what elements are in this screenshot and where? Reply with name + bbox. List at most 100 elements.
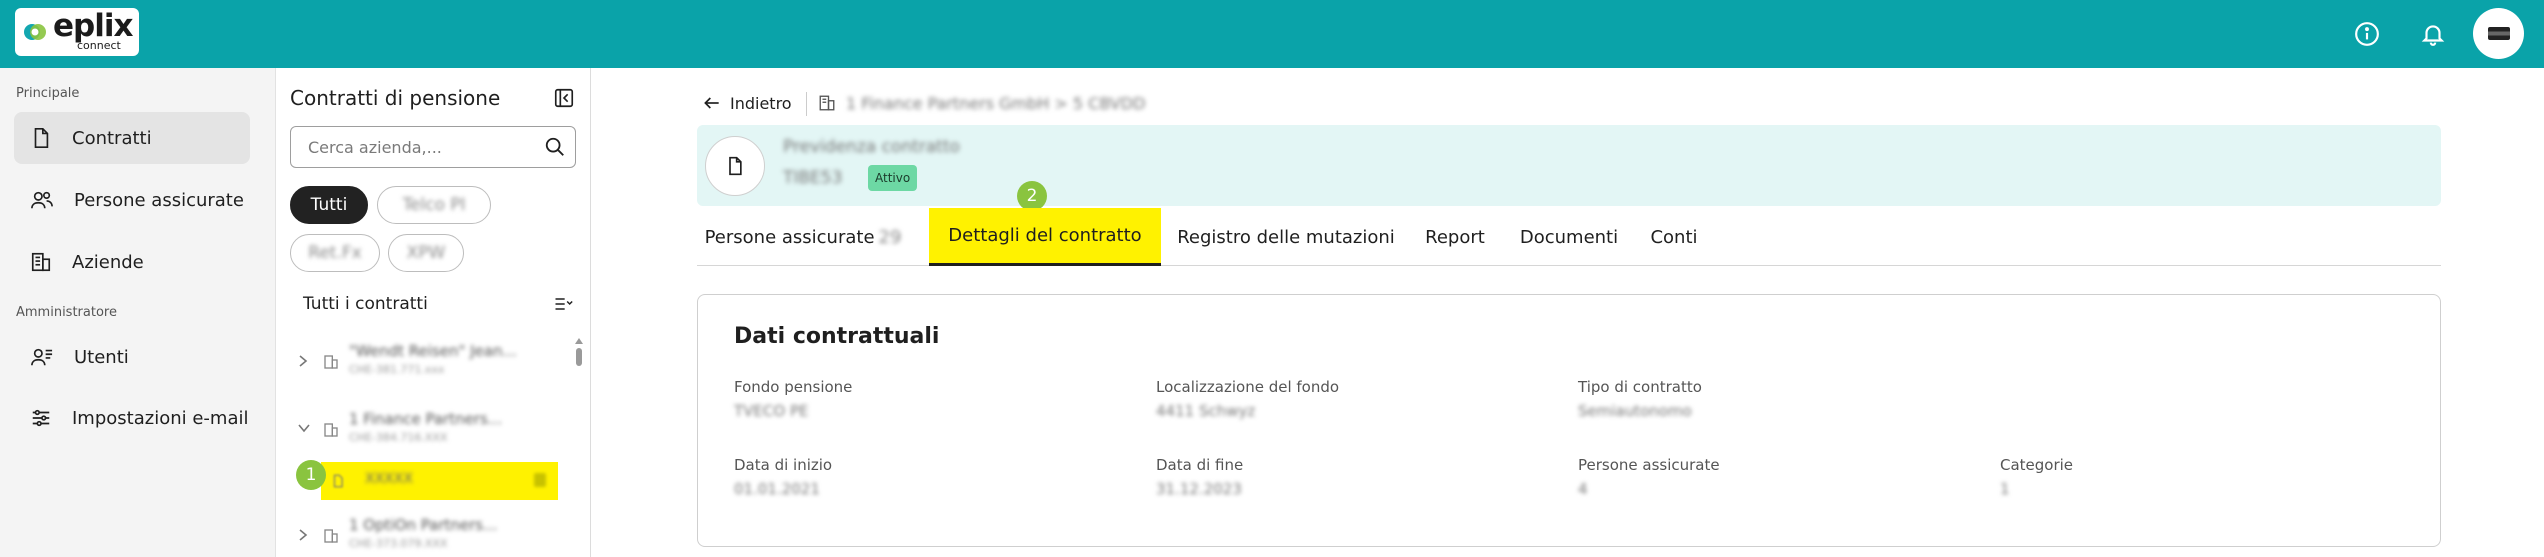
nav-item-label: Impostazioni e-mail: [72, 407, 249, 429]
nav-item-persone-assicurate[interactable]: Persone assicurate: [14, 174, 250, 226]
back-label: Indietro: [730, 93, 792, 113]
field-label: Localizzazione del fondo: [1156, 378, 1340, 396]
row-title: "Wendt Reisen" Jean...: [349, 342, 517, 360]
filter-chip-2[interactable]: Telco PI: [377, 186, 491, 224]
tab-dettagli-contratto[interactable]: Dettagli del contratto: [929, 208, 1161, 266]
nav-item-contratti[interactable]: Contratti: [14, 112, 250, 164]
tab-persone-assicurate[interactable]: Persone assicurate 29: [697, 208, 909, 266]
field-value: 31.12.2023: [1156, 480, 1242, 498]
section-label-admin: Amministratore: [16, 305, 117, 320]
chip-label: XPW: [406, 243, 446, 263]
contract-id: TIBE53: [783, 168, 843, 188]
field-value: 1: [2000, 480, 2010, 498]
chip-label: Ret.Fx: [308, 243, 362, 263]
chevron-right-icon[interactable]: [297, 354, 309, 368]
breadcrumb-divider: [806, 92, 807, 116]
collapse-panel-icon[interactable]: [553, 87, 575, 109]
panel-title: Contratti di pensione: [290, 86, 501, 110]
building-icon: [324, 529, 338, 543]
status-badge: Attivo: [868, 165, 918, 191]
building-icon: [324, 355, 338, 369]
building-icon: [31, 252, 51, 272]
nav-item-label: Persone assicurate: [74, 189, 244, 211]
field-label: Persone assicurate: [1578, 456, 1720, 474]
tab-documenti[interactable]: Documenti: [1509, 208, 1629, 266]
filter-chip-3[interactable]: Ret.Fx: [290, 234, 380, 272]
logo-brand: eplix: [53, 8, 133, 44]
row-trailing-icon: [534, 473, 546, 487]
tabs: Persone assicurate 29 Dettagli del contr…: [697, 208, 2441, 266]
tab-report[interactable]: Report: [1415, 208, 1495, 266]
main-content: Indietro 1 Finance Partners GmbH > 5 CBV…: [592, 68, 2544, 557]
eplix-logo-mark-icon: [24, 24, 46, 40]
nav-item-utenti[interactable]: Utenti: [14, 331, 250, 383]
field-label: Data di inizio: [734, 456, 833, 474]
list-scrollbar[interactable]: [575, 338, 583, 557]
logo-sub: connect: [77, 39, 121, 52]
contract-header-card: Previdenza contratto TIBE53 Attivo: [697, 125, 2441, 206]
row-title: XXXXX: [365, 471, 413, 487]
search-icon[interactable]: [544, 136, 566, 158]
nav-item-aziende[interactable]: Aziende: [14, 236, 250, 288]
people-icon: [31, 191, 53, 209]
tree-row[interactable]: 1 OptiOn Partners... CHE-373.079.XXX: [297, 510, 557, 557]
step-badge-1: 1: [296, 460, 326, 490]
avatar[interactable]: [2473, 8, 2524, 59]
field-value: 4: [1578, 480, 1588, 498]
search-input[interactable]: [291, 127, 531, 167]
top-bar: eplix connect: [0, 0, 2544, 68]
chip-label: Telco PI: [402, 195, 466, 215]
document-icon: [34, 128, 49, 148]
bell-icon[interactable]: [2415, 16, 2451, 52]
tab-registro-mutazioni[interactable]: Registro delle mutazioni: [1171, 208, 1401, 266]
selected-contract-row[interactable]: XXXXX: [321, 462, 558, 500]
section-label-main: Principale: [16, 86, 80, 101]
contract-avatar: [705, 136, 765, 196]
scrollbar-thumb[interactable]: [576, 348, 582, 366]
tab-label: Persone assicurate: [704, 226, 875, 248]
contract-name: Previdenza contratto: [783, 137, 960, 157]
document-icon: [333, 474, 343, 488]
row-subtitle: CHE-381.771.xxx: [349, 363, 445, 376]
field-label: Data di fine: [1156, 456, 1244, 474]
tree-row[interactable]: "Wendt Reisen" Jean... CHE-381.771.xxx: [297, 336, 557, 386]
breadcrumb[interactable]: 1 Finance Partners GmbH > 5 CBVDD: [846, 94, 1145, 113]
field-value: 01.01.2021: [734, 480, 820, 498]
field-value: 4411 Schwyz: [1156, 402, 1256, 420]
row-subtitle: CHE-384.716.XXX: [349, 431, 448, 444]
building-icon: [324, 423, 338, 437]
sliders-icon: [32, 409, 50, 427]
field-value: TVECO PE: [734, 402, 809, 420]
section-title: Dati contrattuali: [734, 324, 940, 349]
filter-chip-tutti[interactable]: Tutti: [290, 186, 368, 224]
field-label: Categorie: [2000, 456, 2074, 474]
avatar-flag-icon: [2487, 27, 2510, 40]
tab-conti[interactable]: Conti: [1643, 208, 1705, 266]
back-link[interactable]: Indietro: [702, 93, 792, 113]
filter-chip-4[interactable]: XPW: [388, 234, 464, 272]
eplix-logo[interactable]: eplix connect: [15, 8, 139, 56]
search-field[interactable]: [290, 126, 576, 168]
row-title: 1 Finance Partners...: [349, 410, 503, 428]
building-icon: [819, 95, 835, 111]
left-navigation: Principale Contratti Persone assicurate …: [0, 68, 276, 557]
arrow-left-icon: [704, 97, 719, 109]
row-subtitle: CHE-373.079.XXX: [349, 537, 448, 550]
contract-data-card: Dati contrattuali Fondo pensione TVECO P…: [697, 294, 2441, 547]
nav-item-impostazioni-email[interactable]: Impostazioni e-mail: [14, 392, 250, 444]
nav-item-label: Contratti: [72, 127, 152, 149]
info-icon[interactable]: [2349, 16, 2385, 52]
contracts-panel: Contratti di pensione Tutti Telco PI Ret…: [277, 68, 591, 557]
list-options-icon[interactable]: [553, 294, 573, 314]
tab-count: 29: [878, 226, 902, 248]
list-header: Tutti i contratti: [303, 294, 428, 314]
nav-item-label: Utenti: [74, 346, 129, 368]
nav-item-label: Aziende: [72, 251, 144, 273]
field-label: Tipo di contratto: [1578, 378, 1702, 396]
tree-row-expanded[interactable]: 1 Finance Partners... CHE-384.716.XXX: [297, 404, 557, 454]
step-badge-2: 2: [1017, 181, 1047, 211]
chevron-right-icon[interactable]: [297, 528, 309, 542]
row-title: 1 OptiOn Partners...: [349, 516, 498, 534]
chevron-down-icon[interactable]: [297, 422, 311, 434]
users-admin-icon: [31, 348, 53, 366]
